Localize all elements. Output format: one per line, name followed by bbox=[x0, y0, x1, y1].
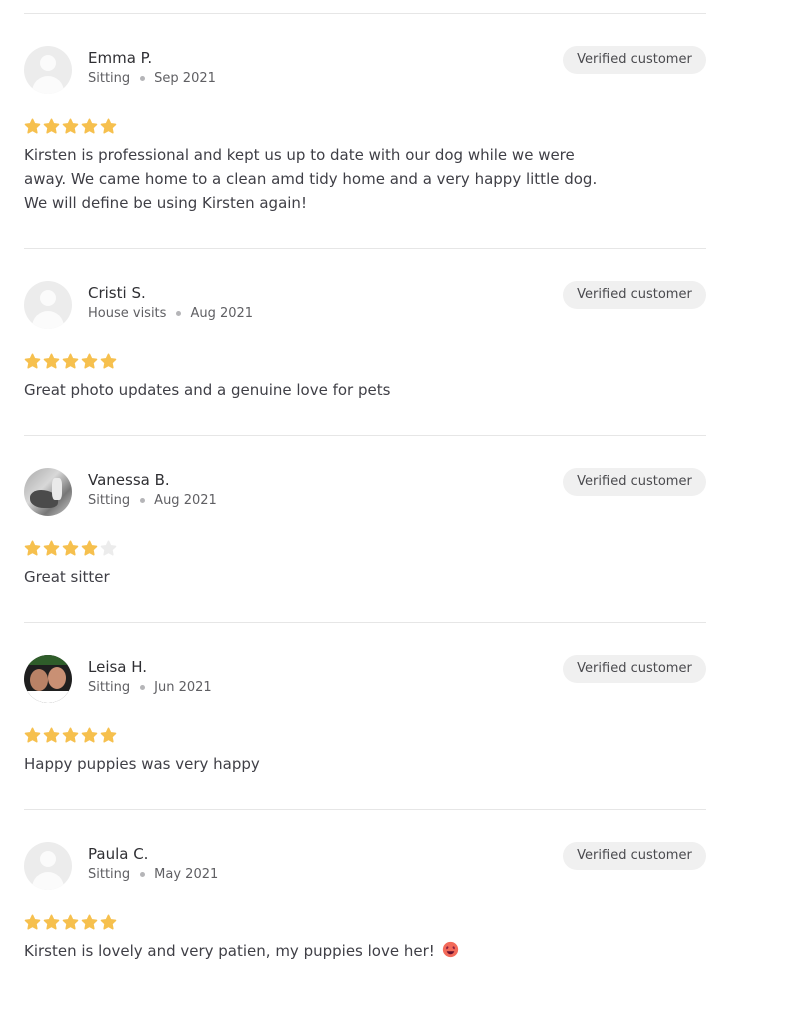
star-filled-icon bbox=[24, 118, 41, 135]
review-card: Paula C. Sitting May 2021 Verified custom… bbox=[24, 842, 706, 972]
review-meta: Sitting Jun 2021 bbox=[88, 679, 212, 697]
reviewer-name: Emma P. bbox=[88, 49, 153, 67]
user-photo-avatar bbox=[24, 655, 72, 703]
star-filled-icon bbox=[43, 540, 60, 557]
service-type: Sitting bbox=[88, 71, 131, 86]
star-filled-icon bbox=[24, 353, 41, 370]
verified-customer-badge: Verified customer bbox=[563, 842, 706, 870]
separator-dot bbox=[140, 684, 146, 690]
verified-customer-badge: Verified customer bbox=[563, 655, 706, 683]
star-rating bbox=[24, 914, 119, 931]
separator-dot bbox=[140, 871, 146, 877]
review-card: Cristi S. House visits Aug 2021 Verified … bbox=[24, 281, 706, 411]
star-filled-icon bbox=[62, 727, 79, 744]
review-card: Leisa H. Sitting Jun 2021 Verified custom… bbox=[24, 655, 706, 785]
separator-dot bbox=[140, 497, 146, 503]
star-filled-icon bbox=[43, 353, 60, 370]
service-type: Sitting bbox=[88, 493, 131, 508]
divider bbox=[24, 248, 706, 249]
star-filled-icon bbox=[81, 727, 98, 744]
star-filled-icon bbox=[43, 727, 60, 744]
reviewer-name: Cristi S. bbox=[88, 284, 146, 302]
verified-customer-badge: Verified customer bbox=[563, 281, 706, 309]
review-date: Jun 2021 bbox=[154, 680, 212, 695]
review-date: Aug 2021 bbox=[154, 493, 217, 508]
star-filled-icon bbox=[43, 914, 60, 931]
star-empty-icon bbox=[100, 540, 117, 557]
review-date: May 2021 bbox=[154, 867, 219, 882]
verified-customer-badge: Verified customer bbox=[563, 468, 706, 496]
review-text-content: Kirsten is lovely and very patien, my pu… bbox=[24, 942, 435, 960]
review-meta: House visits Aug 2021 bbox=[88, 305, 253, 323]
default-avatar-icon bbox=[24, 281, 72, 329]
user-photo-avatar bbox=[24, 468, 72, 516]
star-filled-icon bbox=[62, 914, 79, 931]
star-filled-icon bbox=[24, 540, 41, 557]
star-rating bbox=[24, 353, 119, 370]
review-text: Great sitter bbox=[24, 568, 110, 586]
reviewer-name: Paula C. bbox=[88, 845, 149, 863]
star-filled-icon bbox=[62, 118, 79, 135]
star-filled-icon bbox=[81, 353, 98, 370]
review-card: Emma P. Sitting Sep 2021 Verified custome… bbox=[24, 46, 706, 226]
review-date: Sep 2021 bbox=[154, 71, 216, 86]
separator-dot bbox=[140, 75, 146, 81]
service-type: Sitting bbox=[88, 867, 131, 882]
star-filled-icon bbox=[81, 540, 98, 557]
review-meta: Sitting Aug 2021 bbox=[88, 492, 217, 510]
review-meta: Sitting Sep 2021 bbox=[88, 70, 216, 88]
star-rating bbox=[24, 118, 119, 135]
divider bbox=[24, 809, 706, 810]
star-filled-icon bbox=[62, 540, 79, 557]
review-date: Aug 2021 bbox=[190, 306, 254, 321]
star-filled-icon bbox=[100, 914, 117, 931]
star-filled-icon bbox=[100, 727, 117, 744]
service-type: House visits bbox=[88, 306, 167, 321]
review-card: Vanessa B. Sitting Aug 2021 Verified cust… bbox=[24, 468, 706, 598]
heart-eyes-emoji-icon bbox=[442, 941, 459, 958]
reviews-list: Emma P. Sitting Sep 2021 Verified custome… bbox=[0, 0, 796, 1024]
service-type: Sitting bbox=[88, 680, 131, 695]
star-filled-icon bbox=[81, 914, 98, 931]
star-filled-icon bbox=[100, 118, 117, 135]
default-avatar-icon bbox=[24, 46, 72, 94]
star-rating bbox=[24, 540, 119, 557]
review-text: Kirsten is professional and kept us up t… bbox=[24, 146, 598, 212]
review-meta: Sitting May 2021 bbox=[88, 866, 218, 884]
star-filled-icon bbox=[100, 353, 117, 370]
review-text: Great photo updates and a genuine love f… bbox=[24, 381, 391, 399]
divider bbox=[24, 13, 706, 14]
star-filled-icon bbox=[43, 118, 60, 135]
divider bbox=[24, 435, 706, 436]
star-rating bbox=[24, 727, 119, 744]
reviewer-name: Vanessa B. bbox=[88, 471, 170, 489]
verified-customer-badge: Verified customer bbox=[563, 46, 706, 74]
review-text: Kirsten is lovely and very patien, my pu… bbox=[24, 939, 614, 963]
star-filled-icon bbox=[24, 727, 41, 744]
review-text: Happy puppies was very happy bbox=[24, 755, 260, 773]
divider bbox=[24, 622, 706, 623]
default-avatar-icon bbox=[24, 842, 72, 890]
reviewer-name: Leisa H. bbox=[88, 658, 148, 676]
star-filled-icon bbox=[81, 118, 98, 135]
star-filled-icon bbox=[24, 914, 41, 931]
separator-dot bbox=[176, 310, 182, 316]
star-filled-icon bbox=[62, 353, 79, 370]
